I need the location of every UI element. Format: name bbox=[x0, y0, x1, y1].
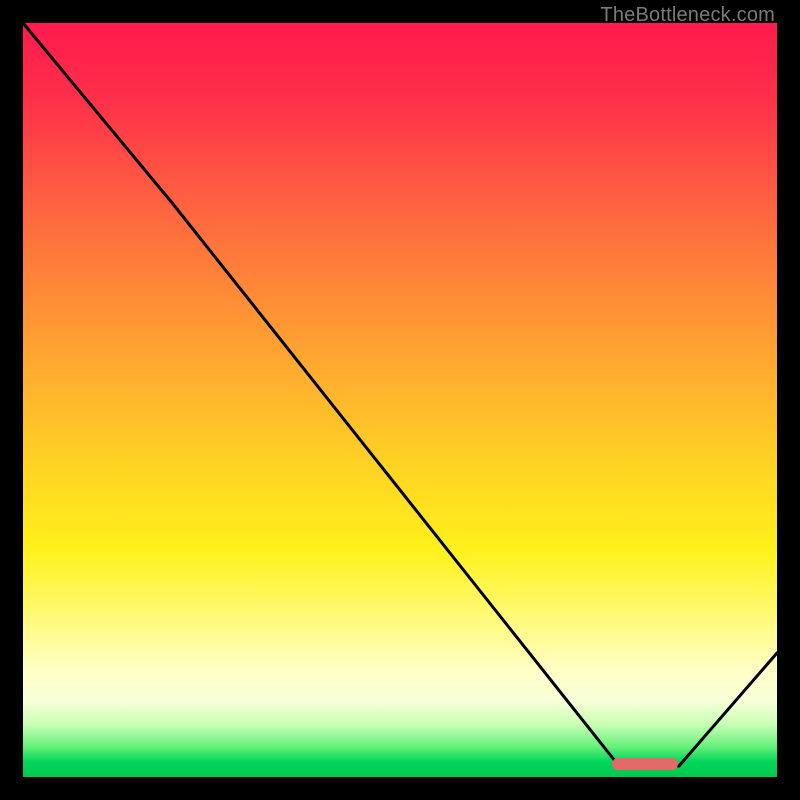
plot-area bbox=[23, 23, 777, 777]
curve-path bbox=[23, 23, 777, 766]
chart-frame: TheBottleneck.com bbox=[0, 0, 800, 800]
optimal-range-marker bbox=[612, 758, 678, 770]
bottleneck-curve bbox=[23, 23, 777, 777]
